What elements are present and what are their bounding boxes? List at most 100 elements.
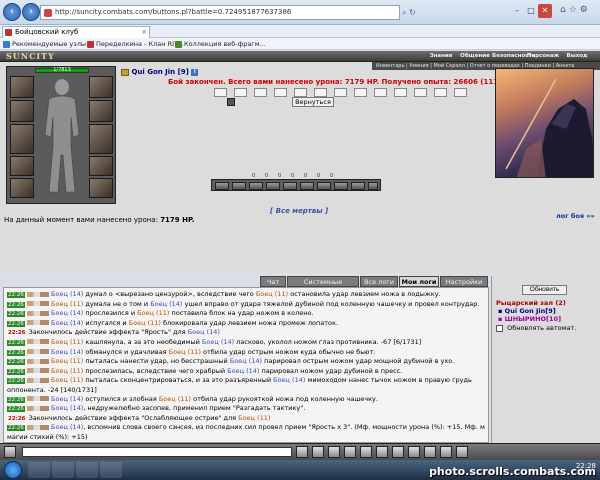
quick-slot[interactable] xyxy=(317,182,331,190)
weapon-slot[interactable] xyxy=(10,124,34,154)
mail-icon[interactable] xyxy=(408,446,420,458)
action-slot[interactable] xyxy=(314,88,327,97)
send-icon[interactable] xyxy=(296,446,308,458)
fighter-name[interactable]: Боец (14) xyxy=(51,423,83,431)
info-icon[interactable]: i xyxy=(191,68,199,76)
action-slot[interactable] xyxy=(454,88,467,97)
room-player[interactable]: ▪ ШНЫРИНО[10] xyxy=(498,315,561,323)
room-player[interactable]: ▪ Qui Gon Jin[9] xyxy=(498,307,556,315)
fighter-name[interactable]: Боец (11) xyxy=(51,300,83,308)
fighter-name[interactable]: Боец (11) xyxy=(169,348,201,356)
smile-icon[interactable] xyxy=(4,446,16,458)
sound-icon[interactable] xyxy=(376,446,388,458)
quick-slot[interactable] xyxy=(351,182,365,190)
fighter-name[interactable]: Боец (14) xyxy=(51,309,83,317)
fighter-name[interactable]: Боец (14) xyxy=(51,319,83,327)
browser-tab[interactable]: Бойцовский клуб × xyxy=(2,26,150,38)
tab-close-icon[interactable]: × xyxy=(141,27,147,38)
fighter-name[interactable]: Боец (11) xyxy=(51,367,83,375)
boots-slot[interactable] xyxy=(89,178,113,198)
taskbar-folder-icon[interactable] xyxy=(52,462,74,478)
favorite-item[interactable]: Рекомендуемые узлы xyxy=(2,38,86,50)
quick-slot[interactable] xyxy=(232,182,246,190)
action-slot[interactable] xyxy=(434,88,447,97)
tab-chat[interactable]: Чат xyxy=(260,276,286,287)
translit-icon[interactable] xyxy=(328,446,340,458)
action-slot[interactable] xyxy=(254,88,267,97)
necklace-slot[interactable] xyxy=(10,100,34,122)
map-icon[interactable] xyxy=(424,446,436,458)
fighter-name[interactable]: Боец (14) xyxy=(273,376,305,384)
action-slot[interactable] xyxy=(354,88,367,97)
return-button[interactable]: Вернуться xyxy=(292,97,334,107)
fighter-name[interactable]: Боец (14) xyxy=(227,367,259,375)
fighter-name[interactable]: Боец (14) xyxy=(51,404,83,412)
minimize-icon[interactable]: – xyxy=(510,4,524,18)
action-slot[interactable] xyxy=(274,88,287,97)
belt-slot[interactable] xyxy=(10,178,34,198)
fighter-name[interactable]: Боец (11) xyxy=(256,290,288,298)
refresh-icon[interactable]: ↻ xyxy=(409,8,416,17)
fighter-name[interactable]: Боец (14) xyxy=(230,357,262,365)
quick-slot[interactable] xyxy=(368,182,378,190)
search-icon[interactable]: ⌕ xyxy=(402,8,406,17)
favorite-item[interactable]: Коллекция веб-фрагм... xyxy=(174,38,266,50)
room-player-name[interactable]: Qui Gon Jin xyxy=(505,307,546,315)
chat-input[interactable] xyxy=(22,447,292,457)
auto-refresh-option[interactable]: Обновлять автомат. xyxy=(496,324,576,332)
refresh-button[interactable]: Обновить xyxy=(522,285,567,295)
quick-slot[interactable] xyxy=(334,182,348,190)
fighter-name[interactable]: Боец (11) xyxy=(159,395,191,403)
settings-icon[interactable] xyxy=(392,446,404,458)
back-arrow-icon[interactable]: ‹ xyxy=(3,3,21,21)
action-slot[interactable] xyxy=(394,88,407,97)
earring-slot[interactable] xyxy=(89,76,113,98)
action-slot[interactable] xyxy=(414,88,427,97)
tab-system-messages[interactable]: Системные сообщения xyxy=(287,276,359,297)
taskbar-media-icon[interactable] xyxy=(76,462,98,478)
fighter-name[interactable]: Боец (14) xyxy=(188,328,220,336)
forward-arrow-icon[interactable]: › xyxy=(22,3,40,21)
maximize-icon[interactable]: □ xyxy=(524,4,538,18)
quick-slot[interactable] xyxy=(300,182,314,190)
star-icon[interactable]: ☆ xyxy=(569,5,580,15)
action-slot[interactable] xyxy=(334,88,347,97)
battle-log-link[interactable]: лог боя »» xyxy=(556,212,595,220)
menu-item-character[interactable]: Персонаж xyxy=(526,53,560,59)
quick-slot[interactable] xyxy=(215,182,229,190)
menu-item-exit[interactable]: Выход xyxy=(560,53,594,59)
exit-icon[interactable] xyxy=(456,446,468,458)
fighter-name[interactable]: Боец (11) xyxy=(51,338,83,346)
tab-all-logs[interactable]: Все логи xyxy=(360,276,398,287)
favorite-item[interactable]: Переделкина - Клан RIT... xyxy=(86,38,183,50)
player-name[interactable]: Qui Gon Jin xyxy=(131,68,175,76)
home-icon[interactable]: ⌂ xyxy=(560,5,569,15)
fighter-name[interactable]: Боец (14) xyxy=(51,290,83,298)
fighter-name[interactable]: Боец (14) xyxy=(202,338,234,346)
filter-icon[interactable] xyxy=(344,446,356,458)
quick-slot[interactable] xyxy=(249,182,263,190)
scroll-icon[interactable] xyxy=(227,98,235,106)
action-slot[interactable] xyxy=(234,88,247,97)
gloves-slot[interactable] xyxy=(89,156,113,176)
shield-slot[interactable] xyxy=(89,124,113,154)
fighter-name[interactable]: Боец (14) xyxy=(51,348,83,356)
taskbar-app-icon[interactable] xyxy=(100,462,122,478)
tab-settings[interactable]: Настройки xyxy=(440,276,488,287)
fighter-name[interactable]: Боец (14) xyxy=(51,395,83,403)
tab-my-logs[interactable]: Мои логи xyxy=(399,276,439,287)
fighter-name[interactable]: Боец (11) xyxy=(129,319,161,327)
fighter-name[interactable]: Боец (11) xyxy=(238,414,270,422)
action-slot[interactable] xyxy=(214,88,227,97)
clear-icon[interactable] xyxy=(312,446,324,458)
fighter-name[interactable]: Боец (14) xyxy=(150,300,182,308)
user-list-icon[interactable] xyxy=(360,446,372,458)
help-icon[interactable] xyxy=(440,446,452,458)
fighter-name[interactable]: Боец (11) xyxy=(51,376,83,384)
taskbar-browser-icon[interactable] xyxy=(28,462,50,478)
menu-item-knowledge[interactable]: Знания xyxy=(424,53,458,59)
address-tools[interactable]: ⌕ ↻ xyxy=(402,5,432,20)
auto-refresh-checkbox[interactable] xyxy=(496,324,503,332)
start-button-icon[interactable] xyxy=(4,461,22,479)
action-slot[interactable] xyxy=(374,88,387,97)
